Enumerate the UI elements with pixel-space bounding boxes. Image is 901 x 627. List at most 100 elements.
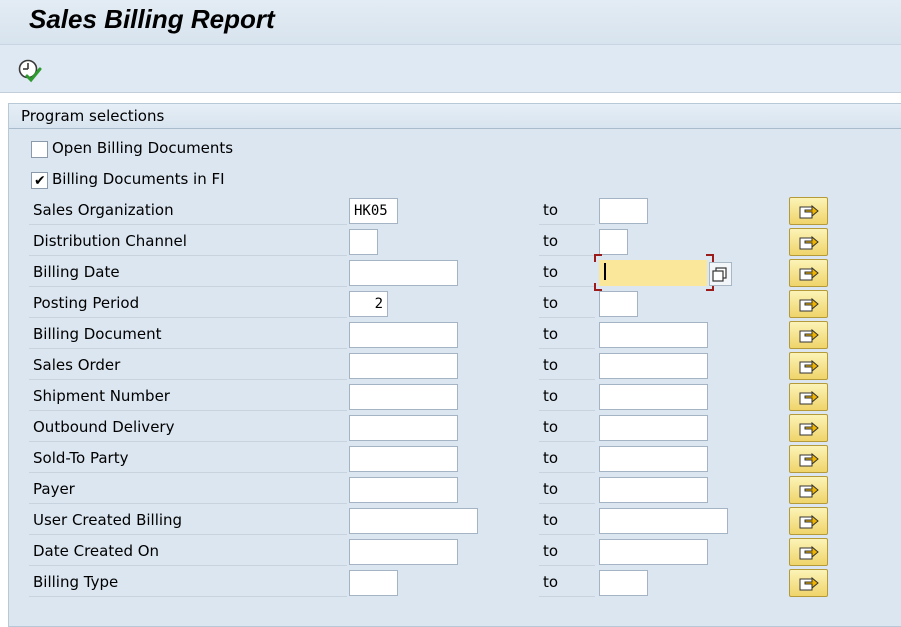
multiple-selection-button[interactable] [789, 290, 828, 318]
multiple-selection-arrow-icon [799, 359, 819, 374]
row-divider [29, 503, 347, 504]
outbound-delivery-to-input[interactable] [599, 415, 708, 441]
row-divider [539, 410, 595, 411]
application-toolbar [0, 45, 901, 93]
multiple-selection-button[interactable] [789, 321, 828, 349]
row-divider [539, 348, 595, 349]
to-label: to [543, 201, 559, 219]
to-label: to [543, 263, 559, 281]
user-created-billing-from-input[interactable] [349, 508, 478, 534]
row-divider [539, 286, 595, 287]
row-divider [29, 410, 347, 411]
multiple-selection-arrow-icon [799, 390, 819, 405]
billing-date-to-input[interactable] [599, 260, 707, 286]
row-divider [29, 534, 347, 535]
page-title: Sales Billing Report [29, 4, 275, 34]
multiple-selection-button[interactable] [789, 569, 828, 597]
check-mark-icon: ✔ [34, 173, 46, 189]
distribution-channel-from-input[interactable] [349, 229, 378, 255]
row-divider [539, 534, 595, 535]
multiple-selection-arrow-icon [799, 421, 819, 436]
to-label: to [543, 418, 559, 436]
open-billing-documents-checkbox[interactable] [31, 141, 48, 158]
multiple-selection-button[interactable] [789, 197, 828, 225]
billing-document-label: Billing Document [33, 325, 162, 343]
posting-period-to-input[interactable] [599, 291, 638, 317]
date-created-on-from-input[interactable] [349, 539, 458, 565]
multiple-selection-button[interactable] [789, 476, 828, 504]
date-created-on-to-input[interactable] [599, 539, 708, 565]
shipment-number-from-input[interactable] [349, 384, 458, 410]
checkbox-label[interactable]: Open Billing Documents [52, 139, 233, 157]
multiple-selection-arrow-icon [799, 545, 819, 560]
row-divider [539, 379, 595, 380]
multiple-selection-arrow-icon [799, 297, 819, 312]
row-divider [539, 255, 595, 256]
distribution-channel-label: Distribution Channel [33, 232, 187, 250]
multiple-selection-button[interactable] [789, 352, 828, 380]
multiple-selection-button[interactable] [789, 383, 828, 411]
sales-order-from-input[interactable] [349, 353, 458, 379]
shipment-number-label: Shipment Number [33, 387, 170, 405]
to-label: to [543, 387, 559, 405]
row-divider [29, 596, 347, 597]
billing-type-from-input[interactable] [349, 570, 398, 596]
user-created-billing-label: User Created Billing [33, 511, 183, 529]
date-created-on-label: Date Created On [33, 542, 160, 560]
sold-to-party-label: Sold-To Party [33, 449, 129, 467]
row-divider [539, 472, 595, 473]
sales-order-label: Sales Order [33, 356, 121, 374]
sold-to-party-from-input[interactable] [349, 446, 458, 472]
billing-document-to-input[interactable] [599, 322, 708, 348]
row-divider [539, 565, 595, 566]
to-label: to [543, 232, 559, 250]
multiple-selection-arrow-icon [799, 514, 819, 529]
billing-document-from-input[interactable] [349, 322, 458, 348]
shipment-number-to-input[interactable] [599, 384, 708, 410]
multiple-selection-button[interactable] [789, 538, 828, 566]
multiple-selection-button[interactable] [789, 507, 828, 535]
billing-type-label: Billing Type [33, 573, 119, 591]
execute-clock-check-icon[interactable] [16, 57, 42, 83]
payer-label: Payer [33, 480, 75, 498]
sold-to-party-to-input[interactable] [599, 446, 708, 472]
row-divider [539, 224, 595, 225]
row-divider [29, 565, 347, 566]
checkbox-label[interactable]: Billing Documents in FI [52, 170, 225, 188]
posting-period-from-input[interactable]: 2 [349, 291, 388, 317]
to-label: to [543, 542, 559, 560]
row-divider [539, 441, 595, 442]
posting-period-label: Posting Period [33, 294, 140, 312]
to-label: to [543, 511, 559, 529]
sales-organization-to-input[interactable] [599, 198, 648, 224]
row-divider [539, 503, 595, 504]
text-cursor [604, 263, 606, 280]
multiple-selection-arrow-icon [799, 452, 819, 467]
multiple-selection-button[interactable] [789, 414, 828, 442]
outbound-delivery-label: Outbound Delivery [33, 418, 175, 436]
outbound-delivery-from-input[interactable] [349, 415, 458, 441]
multiple-selection-button[interactable] [789, 445, 828, 473]
billing-type-to-input[interactable] [599, 570, 648, 596]
row-divider [29, 317, 347, 318]
multiple-selection-arrow-icon [799, 576, 819, 591]
multiple-selection-button[interactable] [789, 259, 828, 287]
distribution-channel-to-input[interactable] [599, 229, 628, 255]
user-created-billing-to-input[interactable] [599, 508, 728, 534]
row-divider [29, 472, 347, 473]
row-divider [539, 596, 595, 597]
billing-date-from-input[interactable] [349, 260, 458, 286]
value-help-icon[interactable] [709, 262, 732, 286]
multiple-selection-button[interactable] [789, 228, 828, 256]
sales-organization-from-input[interactable]: HK05 [349, 198, 398, 224]
row-divider [29, 348, 347, 349]
sales-organization-label: Sales Organization [33, 201, 174, 219]
row-divider [29, 255, 347, 256]
payer-to-input[interactable] [599, 477, 708, 503]
sales-order-to-input[interactable] [599, 353, 708, 379]
to-label: to [543, 480, 559, 498]
payer-from-input[interactable] [349, 477, 458, 503]
billing-documents-in-fi-checkbox[interactable]: ✔ [31, 172, 48, 189]
multiple-selection-arrow-icon [799, 483, 819, 498]
row-divider [29, 286, 347, 287]
